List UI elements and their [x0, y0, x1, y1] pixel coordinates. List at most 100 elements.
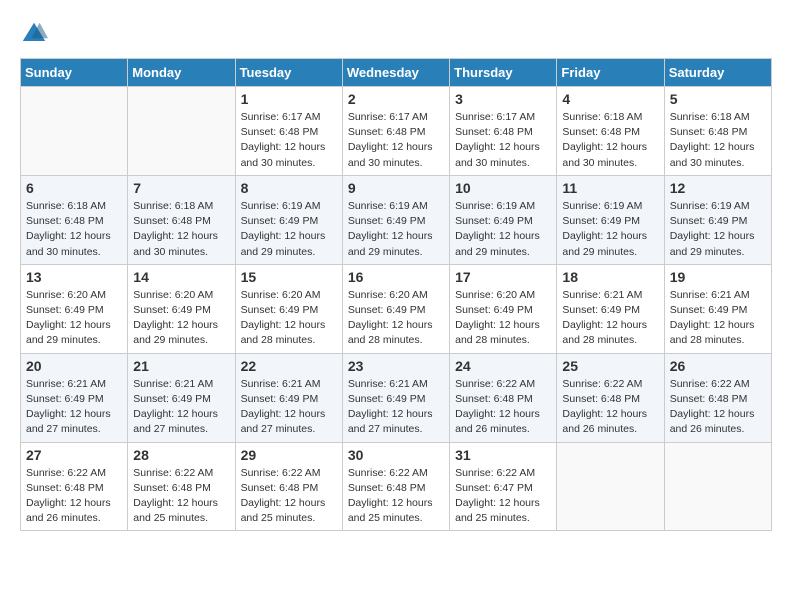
- day-info: Sunrise: 6:20 AM Sunset: 6:49 PM Dayligh…: [241, 288, 337, 349]
- calendar-day-cell: 22 Sunrise: 6:21 AM Sunset: 6:49 PM Dayli…: [235, 353, 342, 442]
- day-info: Sunrise: 6:22 AM Sunset: 6:47 PM Dayligh…: [455, 466, 551, 527]
- day-number: 23: [348, 358, 444, 374]
- day-number: 31: [455, 447, 551, 463]
- calendar-day-cell: 30 Sunrise: 6:22 AM Sunset: 6:48 PM Dayli…: [342, 442, 449, 531]
- day-info: Sunrise: 6:22 AM Sunset: 6:48 PM Dayligh…: [562, 377, 658, 438]
- day-number: 14: [133, 269, 229, 285]
- calendar-day-cell: 5 Sunrise: 6:18 AM Sunset: 6:48 PM Daylig…: [664, 87, 771, 176]
- page-header: [20, 20, 772, 48]
- calendar-week-row: 1 Sunrise: 6:17 AM Sunset: 6:48 PM Daylig…: [21, 87, 772, 176]
- day-number: 29: [241, 447, 337, 463]
- calendar-day-cell: 7Sunrise: 6:18 AM Sunset: 6:48 PM Daylig…: [128, 175, 235, 264]
- day-number: 9: [348, 180, 444, 196]
- calendar-day-cell: 10 Sunrise: 6:19 AM Sunset: 6:49 PM Dayli…: [450, 175, 557, 264]
- day-info: Sunrise: 6:22 AM Sunset: 6:48 PM Dayligh…: [348, 466, 444, 527]
- day-info: Sunrise: 6:21 AM Sunset: 6:49 PM Dayligh…: [241, 377, 337, 438]
- calendar-day-cell: 27 Sunrise: 6:22 AM Sunset: 6:48 PM Dayli…: [21, 442, 128, 531]
- day-info: Sunrise: 6:17 AM Sunset: 6:48 PM Dayligh…: [348, 110, 444, 171]
- day-info: Sunrise: 6:17 AM Sunset: 6:48 PM Dayligh…: [455, 110, 551, 171]
- day-number: 24: [455, 358, 551, 374]
- calendar-day-cell: 20 Sunrise: 6:21 AM Sunset: 6:49 PM Dayli…: [21, 353, 128, 442]
- day-number: 22: [241, 358, 337, 374]
- day-info: Sunrise: 6:19 AM Sunset: 6:49 PM Dayligh…: [562, 199, 658, 260]
- day-info: Sunrise: 6:17 AM Sunset: 6:48 PM Dayligh…: [241, 110, 337, 171]
- day-number: 4: [562, 91, 658, 107]
- calendar-day-cell: 13 Sunrise: 6:20 AM Sunset: 6:49 PM Dayli…: [21, 264, 128, 353]
- day-number: 12: [670, 180, 766, 196]
- calendar-table: SundayMondayTuesdayWednesdayThursdayFrid…: [20, 58, 772, 531]
- calendar-day-cell: 28 Sunrise: 6:22 AM Sunset: 6:48 PM Dayli…: [128, 442, 235, 531]
- calendar-day-cell: 3 Sunrise: 6:17 AM Sunset: 6:48 PM Daylig…: [450, 87, 557, 176]
- day-number: 18: [562, 269, 658, 285]
- day-number: 28: [133, 447, 229, 463]
- calendar-day-cell: 31 Sunrise: 6:22 AM Sunset: 6:47 PM Dayli…: [450, 442, 557, 531]
- calendar-day-cell: 26 Sunrise: 6:22 AM Sunset: 6:48 PM Dayli…: [664, 353, 771, 442]
- day-of-week-header: Saturday: [664, 59, 771, 87]
- day-info: Sunrise: 6:20 AM Sunset: 6:49 PM Dayligh…: [133, 288, 229, 349]
- calendar-day-cell: 2 Sunrise: 6:17 AM Sunset: 6:48 PM Daylig…: [342, 87, 449, 176]
- day-info: Sunrise: 6:20 AM Sunset: 6:49 PM Dayligh…: [348, 288, 444, 349]
- day-info: Sunrise: 6:19 AM Sunset: 6:49 PM Dayligh…: [455, 199, 551, 260]
- day-of-week-header: Friday: [557, 59, 664, 87]
- day-info: Sunrise: 6:20 AM Sunset: 6:49 PM Dayligh…: [26, 288, 122, 349]
- calendar-day-cell: 21 Sunrise: 6:21 AM Sunset: 6:49 PM Dayli…: [128, 353, 235, 442]
- calendar-day-cell: 6 Sunrise: 6:18 AM Sunset: 6:48 PM Daylig…: [21, 175, 128, 264]
- day-number: 1: [241, 91, 337, 107]
- day-info: Sunrise: 6:22 AM Sunset: 6:48 PM Dayligh…: [133, 466, 229, 527]
- day-number: 7: [133, 180, 229, 196]
- day-number: 11: [562, 180, 658, 196]
- day-of-week-header: Wednesday: [342, 59, 449, 87]
- day-info: Sunrise: 6:19 AM Sunset: 6:49 PM Dayligh…: [348, 199, 444, 260]
- calendar-day-cell: 4Sunrise: 6:18 AM Sunset: 6:48 PM Daylig…: [557, 87, 664, 176]
- day-info: Sunrise: 6:21 AM Sunset: 6:49 PM Dayligh…: [348, 377, 444, 438]
- day-of-week-header: Thursday: [450, 59, 557, 87]
- calendar-day-cell: 14 Sunrise: 6:20 AM Sunset: 6:49 PM Dayli…: [128, 264, 235, 353]
- day-info: Sunrise: 6:21 AM Sunset: 6:49 PM Dayligh…: [670, 288, 766, 349]
- calendar-week-row: 13 Sunrise: 6:20 AM Sunset: 6:49 PM Dayli…: [21, 264, 772, 353]
- day-number: 8: [241, 180, 337, 196]
- day-info: Sunrise: 6:19 AM Sunset: 6:49 PM Dayligh…: [670, 199, 766, 260]
- calendar-week-row: 27 Sunrise: 6:22 AM Sunset: 6:48 PM Dayli…: [21, 442, 772, 531]
- day-number: 25: [562, 358, 658, 374]
- day-info: Sunrise: 6:20 AM Sunset: 6:49 PM Dayligh…: [455, 288, 551, 349]
- calendar-day-cell: 15Sunrise: 6:20 AM Sunset: 6:49 PM Dayli…: [235, 264, 342, 353]
- calendar-day-cell: 23 Sunrise: 6:21 AM Sunset: 6:49 PM Dayli…: [342, 353, 449, 442]
- day-number: 2: [348, 91, 444, 107]
- logo: [20, 20, 52, 48]
- day-number: 13: [26, 269, 122, 285]
- day-info: Sunrise: 6:22 AM Sunset: 6:48 PM Dayligh…: [241, 466, 337, 527]
- day-info: Sunrise: 6:21 AM Sunset: 6:49 PM Dayligh…: [562, 288, 658, 349]
- calendar-day-cell: 11 Sunrise: 6:19 AM Sunset: 6:49 PM Dayli…: [557, 175, 664, 264]
- calendar-day-cell: 24Sunrise: 6:22 AM Sunset: 6:48 PM Dayli…: [450, 353, 557, 442]
- calendar-day-cell: [21, 87, 128, 176]
- calendar-header-row: SundayMondayTuesdayWednesdayThursdayFrid…: [21, 59, 772, 87]
- day-info: Sunrise: 6:21 AM Sunset: 6:49 PM Dayligh…: [26, 377, 122, 438]
- calendar-day-cell: [557, 442, 664, 531]
- calendar-day-cell: 19 Sunrise: 6:21 AM Sunset: 6:49 PM Dayli…: [664, 264, 771, 353]
- day-number: 6: [26, 180, 122, 196]
- calendar-day-cell: 9 Sunrise: 6:19 AM Sunset: 6:49 PM Daylig…: [342, 175, 449, 264]
- day-of-week-header: Tuesday: [235, 59, 342, 87]
- day-number: 20: [26, 358, 122, 374]
- calendar-week-row: 20 Sunrise: 6:21 AM Sunset: 6:49 PM Dayli…: [21, 353, 772, 442]
- day-number: 10: [455, 180, 551, 196]
- day-number: 3: [455, 91, 551, 107]
- day-info: Sunrise: 6:18 AM Sunset: 6:48 PM Dayligh…: [26, 199, 122, 260]
- calendar-day-cell: 18 Sunrise: 6:21 AM Sunset: 6:49 PM Dayli…: [557, 264, 664, 353]
- day-info: Sunrise: 6:22 AM Sunset: 6:48 PM Dayligh…: [670, 377, 766, 438]
- calendar-day-cell: 8Sunrise: 6:19 AM Sunset: 6:49 PM Daylig…: [235, 175, 342, 264]
- day-number: 27: [26, 447, 122, 463]
- day-info: Sunrise: 6:21 AM Sunset: 6:49 PM Dayligh…: [133, 377, 229, 438]
- day-number: 30: [348, 447, 444, 463]
- day-number: 21: [133, 358, 229, 374]
- day-number: 5: [670, 91, 766, 107]
- day-of-week-header: Monday: [128, 59, 235, 87]
- day-number: 17: [455, 269, 551, 285]
- day-of-week-header: Sunday: [21, 59, 128, 87]
- day-number: 16: [348, 269, 444, 285]
- calendar-day-cell: 1 Sunrise: 6:17 AM Sunset: 6:48 PM Daylig…: [235, 87, 342, 176]
- day-number: 19: [670, 269, 766, 285]
- day-number: 26: [670, 358, 766, 374]
- day-info: Sunrise: 6:18 AM Sunset: 6:48 PM Dayligh…: [670, 110, 766, 171]
- day-info: Sunrise: 6:22 AM Sunset: 6:48 PM Dayligh…: [26, 466, 122, 527]
